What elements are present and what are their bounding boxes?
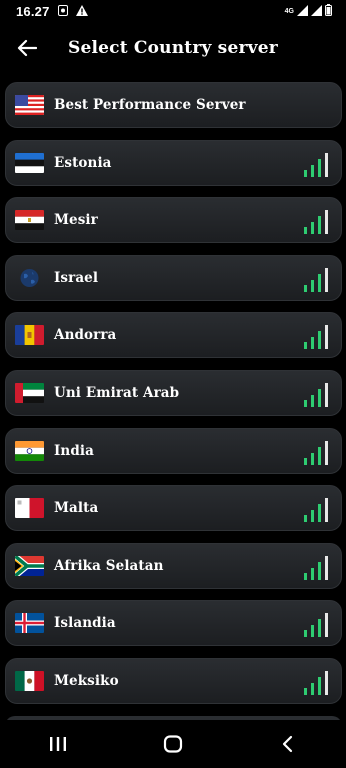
page-title: Select Country server [68, 38, 278, 58]
signal-bars-icon [304, 498, 328, 523]
signal-strength-icon-2 [311, 4, 322, 19]
mexico-flag [15, 670, 44, 691]
estonia-flag [15, 152, 44, 173]
server-item-islandia[interactable]: Islandia [5, 600, 342, 647]
server-item-meksiko[interactable]: Meksiko [5, 657, 342, 704]
app-header: Select Country server [0, 28, 346, 68]
status-bar: 16.27 4G [0, 0, 346, 22]
server-item-best-performance[interactable]: Best Performance Server [5, 82, 342, 128]
battery-icon [325, 3, 332, 19]
server-item-israel[interactable]: Israel [5, 254, 342, 301]
server-item-malta[interactable]: Malta [5, 485, 342, 532]
server-list: Best Performance Server Estonia Mesir Is… [5, 82, 342, 716]
globe-icon [20, 268, 39, 287]
home-button[interactable] [153, 724, 193, 764]
server-name: Best Performance Server [54, 97, 246, 113]
server-name: Mesir [54, 212, 98, 229]
server-item-andorra[interactable]: Andorra [5, 312, 342, 359]
back-nav-button[interactable] [268, 724, 308, 764]
signal-bars-icon [304, 267, 328, 292]
signal-bars-icon [304, 613, 328, 638]
warning-icon [75, 4, 88, 19]
uae-flag [15, 382, 44, 403]
recent-apps-icon [49, 737, 66, 751]
server-item-afrika-selatan[interactable]: Afrika Selatan [5, 542, 342, 589]
iceland-flag [15, 613, 44, 634]
malta-flag [15, 498, 44, 519]
signal-bars-icon [304, 440, 328, 465]
server-item-india[interactable]: India [5, 427, 342, 474]
server-item-uni-emirat-arab[interactable]: Uni Emirat Arab [5, 369, 342, 416]
server-name: Andorra [54, 327, 117, 344]
system-nav-bar [0, 720, 346, 768]
server-name: India [54, 442, 94, 459]
signal-bars-icon [304, 555, 328, 580]
signal-bars-icon [304, 382, 328, 407]
back-button[interactable] [12, 33, 42, 63]
arrow-left-icon [17, 39, 37, 57]
united-states-flag [15, 95, 44, 115]
server-name: Malta [54, 500, 99, 517]
andorra-flag [15, 325, 44, 346]
india-flag [15, 440, 44, 461]
server-item-estonia[interactable]: Estonia [5, 139, 342, 186]
network-type: 4G [284, 7, 294, 15]
home-icon [163, 735, 183, 753]
signal-bars-icon [304, 152, 328, 177]
signal-bars-icon [304, 670, 328, 695]
south-africa-flag [15, 555, 44, 576]
server-name: Afrika Selatan [54, 557, 164, 574]
server-name: Meksiko [54, 672, 119, 689]
server-name: Estonia [54, 154, 112, 171]
chevron-left-icon [283, 735, 293, 753]
signal-strength-icon [297, 4, 308, 19]
server-name: Islandia [54, 615, 116, 632]
server-name: Israel [54, 269, 99, 286]
clock: 16.27 [16, 3, 50, 19]
egypt-flag [15, 210, 44, 231]
server-item-mesir[interactable]: Mesir [5, 197, 342, 244]
signal-bars-icon [304, 210, 328, 235]
notification-icon [57, 4, 68, 19]
server-name: Uni Emirat Arab [54, 384, 180, 401]
signal-bars-icon [304, 325, 328, 350]
recent-apps-button[interactable] [38, 724, 78, 764]
